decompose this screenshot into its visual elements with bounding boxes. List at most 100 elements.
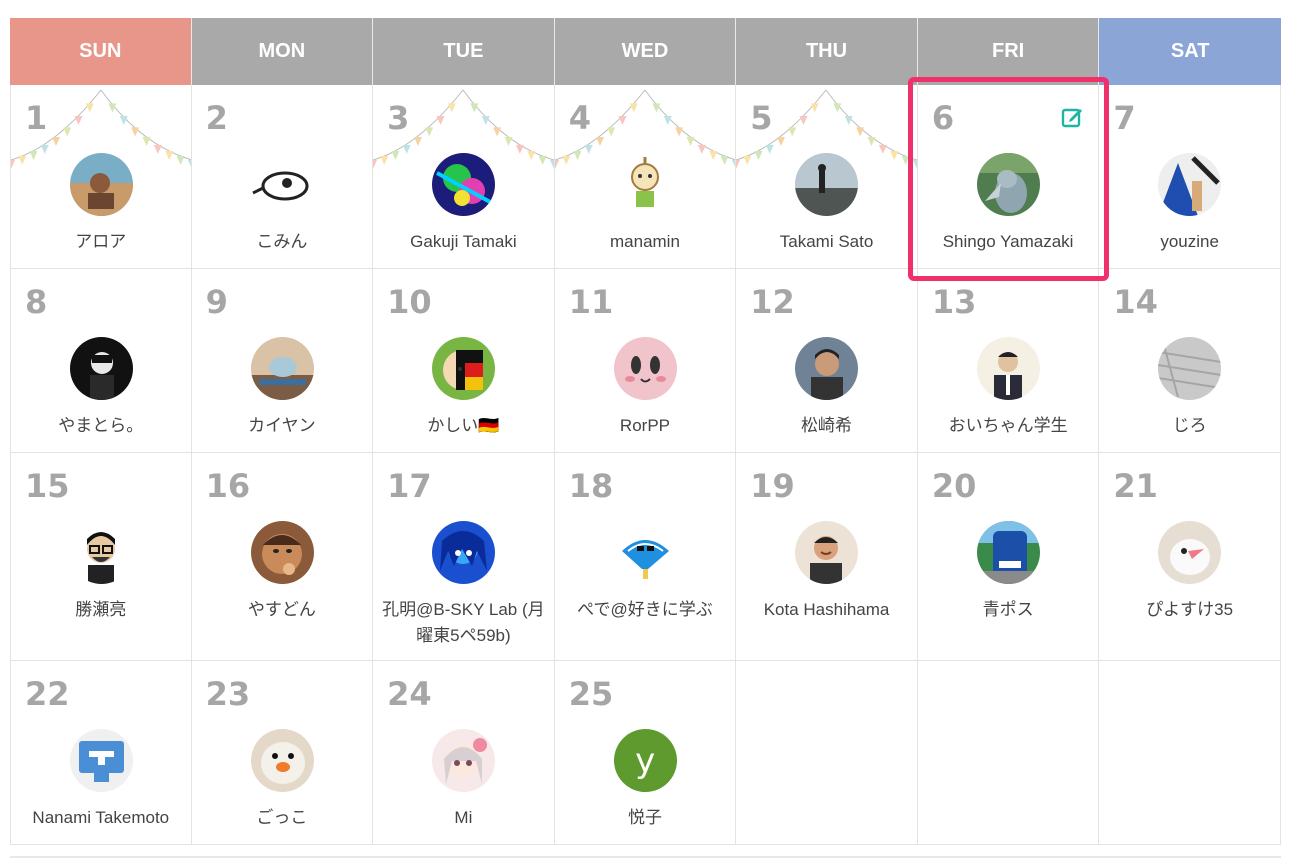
calendar-day-cell[interactable]: 13 おいちゃん学生 <box>918 269 1100 452</box>
author-name[interactable]: ごっこ <box>196 805 369 831</box>
avatar[interactable] <box>1158 153 1222 216</box>
avatar[interactable] <box>432 337 496 400</box>
author-name[interactable]: アロア <box>15 229 187 255</box>
author-name[interactable]: ぴよすけ35 <box>1103 597 1276 623</box>
calendar-day-cell[interactable]: 10 かしい🇩🇪 <box>373 269 555 452</box>
author-name[interactable]: かしい🇩🇪 <box>377 413 550 439</box>
author-name[interactable]: Kota Hashihama <box>740 597 913 623</box>
author-name[interactable]: 勝瀬亮 <box>15 597 187 623</box>
author-name[interactable]: RorPP <box>559 413 732 439</box>
calendar-day-cell[interactable]: 6 Shingo Yamazaki <box>918 85 1100 268</box>
author-name[interactable]: じろ <box>1103 413 1276 439</box>
avatar[interactable] <box>70 337 133 400</box>
calendar-day-cell[interactable]: 16 やすどん <box>192 453 374 660</box>
weekday-sun: SUN <box>10 18 192 85</box>
empty-day-cell <box>1099 661 1281 844</box>
day-number: 6 <box>931 99 955 137</box>
calendar-day-cell[interactable]: 23 ごっこ <box>192 661 374 844</box>
weekday-tue: TUE <box>373 18 555 85</box>
divider <box>10 856 1281 858</box>
calendar-day-cell[interactable]: 12 松崎希 <box>736 269 918 452</box>
calendar-day-cell[interactable]: 15 勝瀬亮 <box>10 453 192 660</box>
day-number: 7 <box>1113 99 1136 137</box>
edit-icon[interactable] <box>1060 105 1084 129</box>
avatar[interactable] <box>613 153 677 216</box>
author-name[interactable]: カイヤン <box>196 413 369 439</box>
author-name[interactable]: 松崎希 <box>740 413 913 439</box>
avatar[interactable] <box>432 521 496 584</box>
day-number: 20 <box>931 467 977 505</box>
day-number: 12 <box>750 283 795 321</box>
calendar-day-cell[interactable]: 22 Nanami Takemoto <box>10 661 192 844</box>
calendar-day-cell[interactable]: 1 アロア <box>10 85 192 268</box>
calendar-day-cell[interactable]: 14 じろ <box>1099 269 1281 452</box>
avatar[interactable] <box>976 521 1040 584</box>
calendar-day-cell[interactable]: 17 孔明@B-SKY Lab (月曜東5ペ59b) <box>373 453 555 660</box>
day-number: 14 <box>1113 283 1158 321</box>
avatar[interactable] <box>613 521 677 584</box>
calendar-day-cell[interactable]: 24 Mi <box>373 661 555 844</box>
calendar-day-cell[interactable]: 11 RorPP <box>555 269 737 452</box>
calendar-day-cell[interactable]: 4 manamin <box>554 85 737 268</box>
avatar[interactable] <box>70 153 133 216</box>
author-name[interactable]: Mi <box>377 805 550 831</box>
author-name[interactable]: Nanami Takemoto <box>15 805 187 831</box>
calendar-day-cell[interactable]: 19 Kota Hashihama <box>736 453 918 660</box>
day-number: 8 <box>25 283 48 321</box>
avatar[interactable] <box>70 521 133 584</box>
author-name[interactable]: こみん <box>196 229 369 255</box>
author-name[interactable]: おいちゃん学生 <box>922 413 1095 439</box>
calendar-day-cell[interactable]: 25 y 悦子 <box>555 661 737 844</box>
day-number: 3 <box>387 99 410 137</box>
author-name[interactable]: ぺで@好きに学ぶ <box>559 597 732 623</box>
author-name[interactable]: Shingo Yamazaki <box>922 229 1095 255</box>
avatar[interactable] <box>250 521 314 584</box>
avatar[interactable] <box>795 521 859 584</box>
calendar-day-cell[interactable]: 3 Gakuji Tamaki <box>373 85 555 268</box>
day-number: 1 <box>25 99 48 137</box>
weekday-mon: MON <box>191 18 374 85</box>
calendar-day-cell[interactable]: 18 ぺで@好きに学ぶ <box>555 453 737 660</box>
avatar[interactable] <box>70 729 133 792</box>
avatar[interactable] <box>795 153 859 216</box>
calendar-day-cell[interactable]: 21 ぴよすけ35 <box>1099 453 1281 660</box>
day-number: 17 <box>387 467 432 505</box>
empty-day-cell <box>918 661 1100 844</box>
day-number: 19 <box>750 467 795 505</box>
avatar[interactable] <box>976 153 1040 216</box>
day-number: 5 <box>750 99 773 137</box>
avatar[interactable] <box>432 153 496 216</box>
author-name[interactable]: 青ポス <box>922 597 1095 623</box>
author-name[interactable]: youzine <box>1103 229 1276 255</box>
author-name[interactable]: 孔明@B-SKY Lab (月曜東5ペ59b) <box>377 597 550 649</box>
calendar-week-row: 22 Nanami Takemoto 23 ごっこ 24 Mi 25 y 悦子 <box>10 661 1281 845</box>
author-name[interactable]: manamin <box>559 229 732 255</box>
avatar[interactable] <box>1158 521 1222 584</box>
calendar-day-cell[interactable]: 9 カイヤン <box>192 269 374 452</box>
author-name[interactable]: やまとら。 <box>15 413 187 439</box>
calendar-day-cell[interactable]: 8 やまとら。 <box>10 269 192 452</box>
avatar[interactable] <box>250 729 314 792</box>
calendar-week-row: 15 勝瀬亮 16 やすどん 17 孔明@B-SKY Lab (月曜東5ペ59b) 18 ぺで… <box>10 453 1281 661</box>
day-number: 21 <box>1113 467 1158 505</box>
avatar[interactable] <box>250 337 314 400</box>
advent-calendar: SUN MON TUE WED THU FRI SAT 1 アロア 2 こみん 3 Gak… <box>10 18 1281 845</box>
author-name[interactable]: Gakuji Tamaki <box>377 229 550 255</box>
calendar-day-cell[interactable]: 20 青ポス <box>918 453 1100 660</box>
author-name[interactable]: Takami Sato <box>740 229 913 255</box>
day-number: 13 <box>931 283 977 321</box>
day-number: 9 <box>205 283 228 321</box>
calendar-day-cell[interactable]: 5 Takami Sato <box>736 85 918 268</box>
avatar[interactable] <box>250 153 314 216</box>
avatar[interactable] <box>976 337 1040 400</box>
avatar[interactable] <box>613 337 677 400</box>
avatar[interactable]: y <box>613 729 677 792</box>
avatar[interactable] <box>432 729 496 792</box>
avatar[interactable] <box>1158 337 1222 400</box>
calendar-day-cell[interactable]: 7 youzine <box>1099 85 1281 268</box>
avatar[interactable] <box>795 337 859 400</box>
calendar-week-row: 1 アロア 2 こみん 3 Gakuji Tamaki 4 manamin 5 Takami Sa… <box>10 85 1281 269</box>
calendar-day-cell[interactable]: 2 こみん <box>192 85 374 268</box>
author-name[interactable]: 悦子 <box>559 805 732 831</box>
author-name[interactable]: やすどん <box>196 597 369 623</box>
